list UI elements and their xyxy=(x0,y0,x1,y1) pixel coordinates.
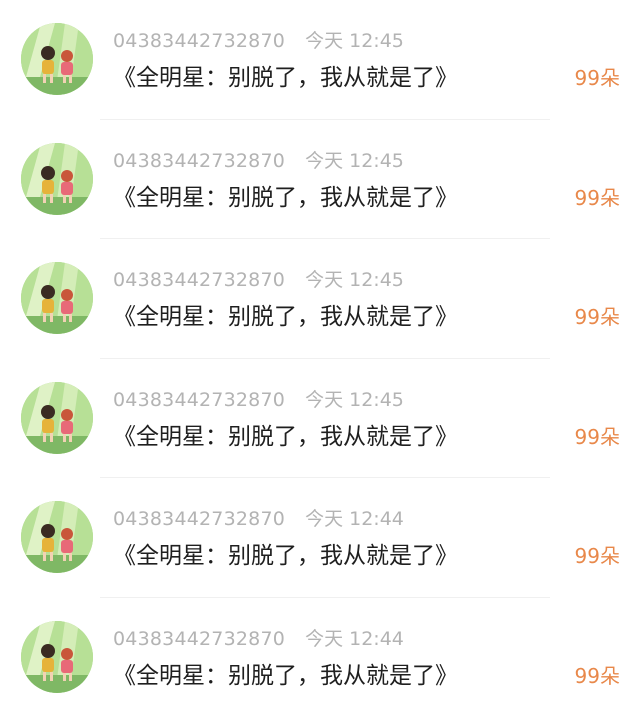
item-title: 《全明星：别脱了，我从就是了》 xyxy=(113,65,458,91)
timestamp: 今天 12:45 xyxy=(305,269,404,291)
timestamp: 今天 12:44 xyxy=(305,508,404,530)
gift-count: 99朵 xyxy=(574,185,620,210)
user-id: 04383442732870 xyxy=(113,269,286,291)
list-item[interactable]: 04383442732870 今天 12:45 《全明星：别脱了，我从就是了》 … xyxy=(0,0,640,120)
avatar-cartoon-children-icon[interactable] xyxy=(21,142,93,215)
user-id: 04383442732870 xyxy=(113,149,286,172)
avatar-cartoon-children-icon[interactable] xyxy=(21,23,93,95)
meta-line: 04383442732870 今天 12:45 xyxy=(113,27,404,55)
list-item[interactable]: 04383442732870 今天 12:45 《全明星：别脱了，我从就是了》 … xyxy=(0,239,640,359)
timestamp: 今天 12:45 xyxy=(305,388,404,411)
item-title: 《全明星：别脱了，我从就是了》 xyxy=(113,184,458,211)
user-id: 04383442732870 xyxy=(113,30,286,52)
item-title: 《全明星：别脱了，我从就是了》 xyxy=(113,662,458,689)
item-title: 《全明星：别脱了，我从就是了》 xyxy=(113,304,458,330)
list-item[interactable]: 04383442732870 今天 12:44 《全明星：别脱了，我从就是了》 … xyxy=(0,598,640,718)
meta-line: 04383442732870 今天 12:45 xyxy=(113,386,404,414)
list-item[interactable]: 04383442732870 今天 12:45 《全明星：别脱了，我从就是了》 … xyxy=(0,359,640,478)
user-id: 04383442732870 xyxy=(113,627,286,650)
avatar-cartoon-children-icon[interactable] xyxy=(21,262,93,334)
gift-record-list: 04383442732870 今天 12:45 《全明星：别脱了，我从就是了》 … xyxy=(0,0,640,719)
gift-count: 99朵 xyxy=(574,544,620,568)
meta-line: 04383442732870 今天 12:45 xyxy=(113,266,404,294)
user-id: 04383442732870 xyxy=(113,508,286,530)
item-title: 《全明星：别脱了，我从就是了》 xyxy=(113,543,458,569)
avatar-cartoon-children-icon[interactable] xyxy=(21,620,93,693)
timestamp: 今天 12:45 xyxy=(305,30,404,52)
gift-count: 99朵 xyxy=(574,424,620,449)
gift-count: 99朵 xyxy=(574,663,620,688)
meta-line: 04383442732870 今天 12:45 xyxy=(113,147,404,175)
timestamp: 今天 12:45 xyxy=(305,149,404,172)
list-item[interactable]: 04383442732870 今天 12:44 《全明星：别脱了，我从就是了》 … xyxy=(0,478,640,598)
meta-line: 04383442732870 今天 12:44 xyxy=(113,625,404,653)
gift-count: 99朵 xyxy=(574,305,620,329)
item-title: 《全明星：别脱了，我从就是了》 xyxy=(113,423,458,450)
meta-line: 04383442732870 今天 12:44 xyxy=(113,505,404,533)
avatar-cartoon-children-icon[interactable] xyxy=(21,501,93,573)
user-id: 04383442732870 xyxy=(113,388,286,411)
timestamp: 今天 12:44 xyxy=(305,627,404,650)
list-item[interactable]: 04383442732870 今天 12:45 《全明星：别脱了，我从就是了》 … xyxy=(0,120,640,239)
gift-count: 99朵 xyxy=(574,66,620,90)
avatar-cartoon-children-icon[interactable] xyxy=(21,381,93,454)
